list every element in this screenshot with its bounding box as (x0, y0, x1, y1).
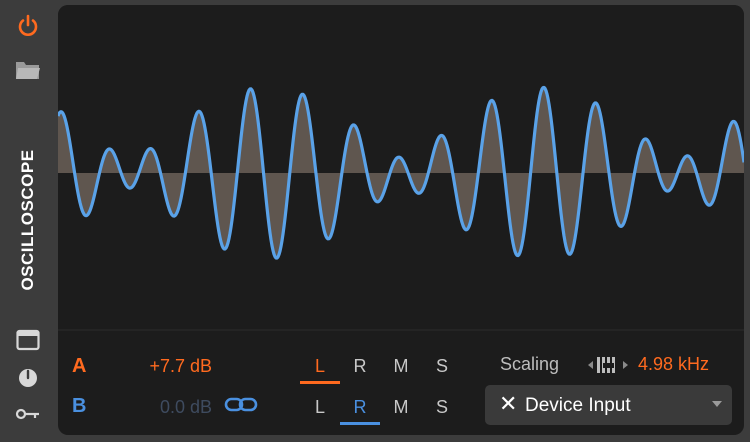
channel-b-gain[interactable]: 0.0 dB (122, 397, 212, 418)
channel-a-mode-r[interactable]: R (340, 356, 380, 377)
channel-a-mode-m[interactable]: M (381, 356, 421, 377)
channel-b-mode-indicator (340, 422, 380, 425)
folder-icon[interactable] (14, 56, 42, 84)
power-icon[interactable] (14, 12, 42, 40)
link-icon[interactable] (224, 395, 258, 420)
oscilloscope-panel: A +7.7 dB L R M S Scaling 4.98 kHz B 0.0… (58, 5, 744, 435)
scaling-label: Scaling (500, 354, 560, 374)
channel-a-mode-l[interactable]: L (300, 356, 340, 377)
device-sidebar: OSCILLOSCOPE (0, 0, 56, 442)
channel-b-mode-l[interactable]: L (300, 397, 340, 418)
clock-icon[interactable] (14, 364, 42, 392)
key-icon[interactable] (14, 400, 42, 428)
channel-b-mode-m[interactable]: M (381, 397, 421, 418)
chevron-down-icon (712, 401, 722, 407)
close-icon[interactable]: ✕ (499, 393, 517, 415)
channel-a-mode-indicator (300, 381, 340, 384)
channel-b-label: B (72, 395, 87, 417)
window-icon[interactable] (14, 326, 42, 354)
device-input-select[interactable]: ✕ Device Input (485, 385, 732, 425)
scaling-frequency[interactable]: 4.98 kHz (638, 354, 709, 375)
device-input-label: Device Input (525, 395, 631, 416)
device-title: OSCILLOSCOPE (18, 149, 37, 291)
channel-a-gain[interactable]: +7.7 dB (122, 356, 212, 377)
channel-b-mode-r[interactable]: R (340, 397, 380, 418)
channel-a-label: A (72, 355, 87, 377)
oscilloscope-device: OSCILLOSCOPE A +7.7 dB L R M S Scaling 4… (0, 0, 750, 442)
channel-b-mode-s[interactable]: S (422, 397, 462, 418)
scope-display (58, 5, 744, 335)
channel-a-mode-s[interactable]: S (422, 356, 462, 377)
scaling-slider-icon[interactable] (588, 354, 628, 381)
